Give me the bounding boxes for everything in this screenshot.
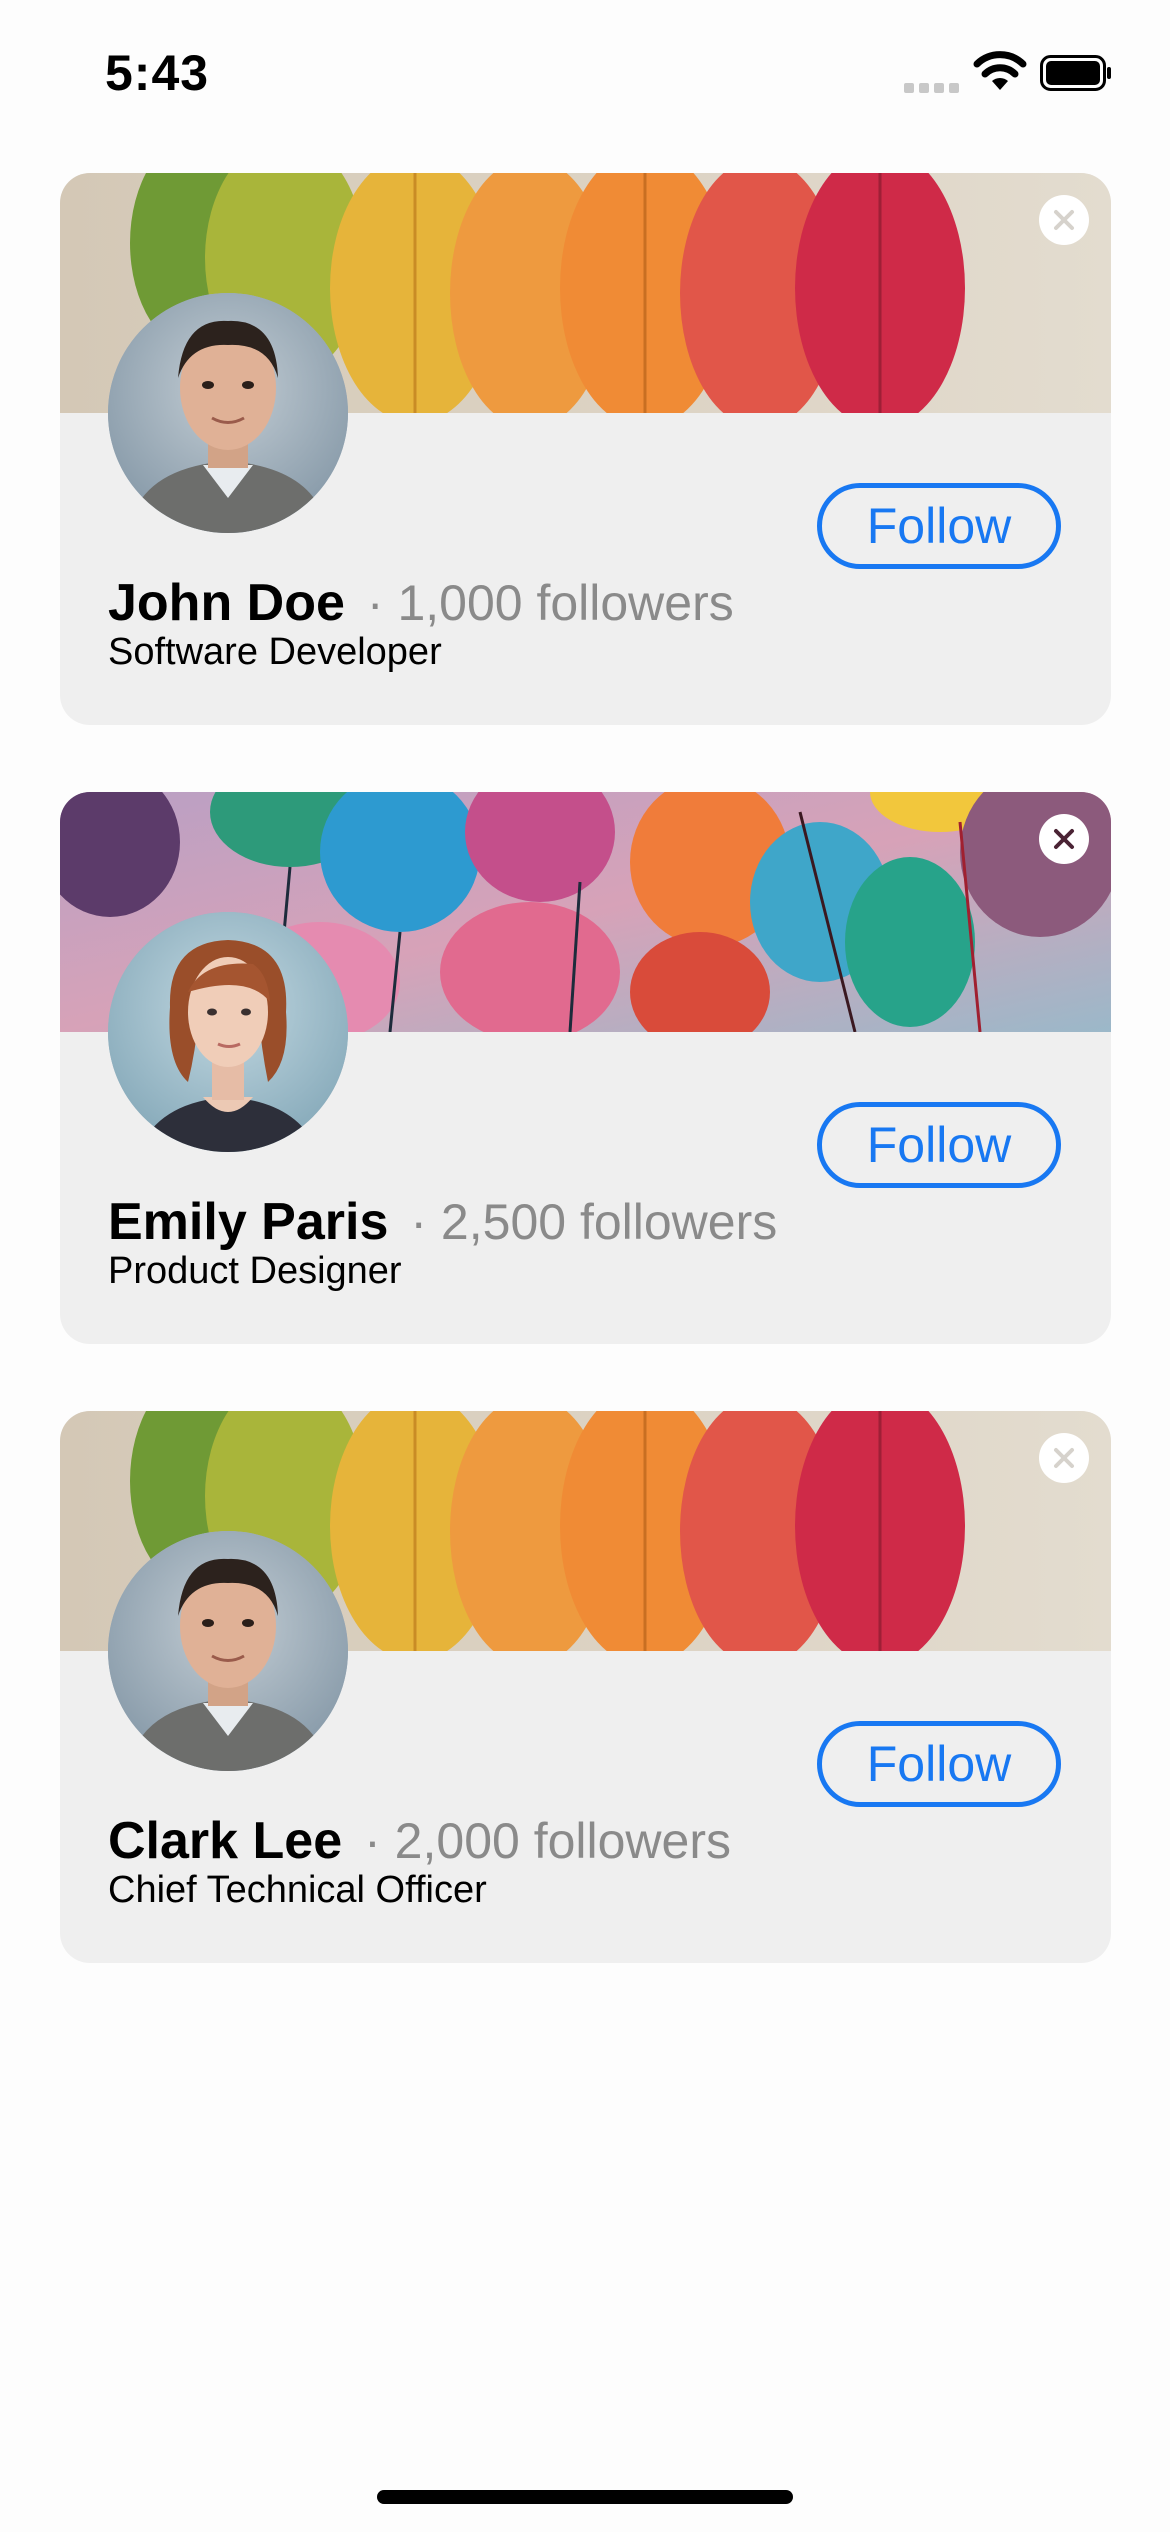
person-name: Emily Paris xyxy=(108,1193,389,1251)
dismiss-button[interactable] xyxy=(1039,195,1089,245)
close-icon xyxy=(1054,1448,1074,1468)
job-title: Product Designer xyxy=(108,1250,402,1292)
close-icon xyxy=(1054,210,1074,230)
profile-card: Follow John Doe · 1,000 followers Softwa… xyxy=(60,173,1111,725)
profile-card: Follow Emily Paris · 2,500 followers Pro… xyxy=(60,792,1111,1344)
avatar xyxy=(108,293,348,533)
dismiss-button[interactable] xyxy=(1039,814,1089,864)
follow-button[interactable]: Follow xyxy=(817,1102,1061,1188)
follow-button[interactable]: Follow xyxy=(817,483,1061,569)
job-title: Chief Technical Officer xyxy=(108,1869,487,1911)
close-icon xyxy=(1054,829,1074,849)
dismiss-button[interactable] xyxy=(1039,1433,1089,1483)
person-name: Clark Lee xyxy=(108,1812,343,1870)
cellular-signal-icon xyxy=(904,79,959,93)
battery-icon xyxy=(1040,55,1111,91)
avatar xyxy=(108,1531,348,1771)
profile-card: Follow Clark Lee · 2,000 followers Chief… xyxy=(60,1411,1111,1963)
status-bar: 5:43 xyxy=(0,0,1170,150)
follower-count: · 1,000 followers xyxy=(366,575,734,631)
follow-button[interactable]: Follow xyxy=(817,1721,1061,1807)
person-name: John Doe xyxy=(108,574,345,632)
home-indicator[interactable] xyxy=(377,2490,793,2504)
follower-count: · 2,500 followers xyxy=(410,1194,778,1250)
follower-count: · 2,000 followers xyxy=(364,1813,731,1869)
avatar xyxy=(108,912,348,1152)
job-title: Software Developer xyxy=(108,631,442,673)
wifi-icon xyxy=(973,51,1027,90)
status-time: 5:43 xyxy=(105,45,210,101)
